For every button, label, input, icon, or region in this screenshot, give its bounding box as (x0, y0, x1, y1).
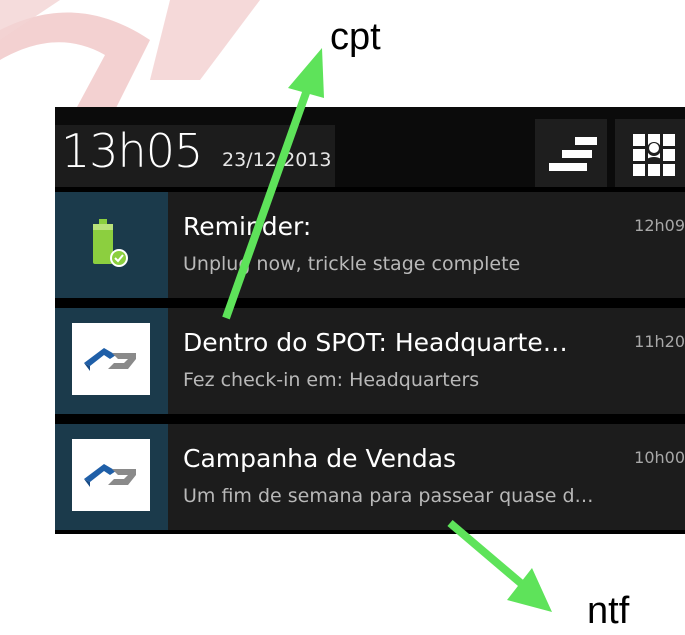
arrow-head-up (288, 48, 324, 98)
arrow-head-down (507, 568, 552, 612)
notification-text: Unplug now, trickle stage complete (183, 253, 521, 275)
app-logo-icon (84, 348, 136, 371)
quick-settings-button[interactable] (615, 119, 685, 187)
notification-item[interactable]: Dentro do SPOT: Headquarte… Fez check-in… (55, 308, 685, 414)
notification-text: Fez check-in em: Headquarters (183, 369, 480, 391)
notification-shade: 13h05 23/12/2013 Reminder: Unplug now, t… (55, 107, 685, 534)
screenshot-canvas: cpt ntf 13h05 23/12/2013 Reminder: Unplu… (0, 0, 685, 635)
notification-item[interactable]: Campanha de Vendas Um fim de semana para… (55, 424, 685, 530)
notification-title: Campanha de Vendas (183, 444, 457, 473)
notification-time: 11h20 (634, 332, 685, 351)
app-logo-icon (84, 464, 136, 487)
watermark-logo (0, 0, 260, 120)
annotation-label-top: cpt (330, 16, 381, 58)
notification-icon-tile (55, 424, 168, 530)
quick-settings-icon (633, 134, 675, 176)
notification-text: Um fim de semana para passear quase d… (183, 485, 594, 507)
notification-icon-tile (55, 308, 168, 414)
notification-time: 10h00 (634, 448, 685, 467)
notification-icon-tile (55, 192, 168, 298)
status-bar: 13h05 23/12/2013 (55, 107, 685, 187)
clear-all-icon (549, 137, 597, 171)
notification-item[interactable]: Reminder: Unplug now, trickle stage comp… (55, 192, 685, 298)
clock-date: 23/12/2013 (222, 149, 332, 171)
app-logo-background (72, 439, 150, 511)
notification-time: 12h09 (634, 216, 685, 235)
notification-title: Dentro do SPOT: Headquarte… (183, 328, 568, 357)
battery-charged-icon (93, 219, 128, 267)
notification-title: Reminder: (183, 212, 312, 241)
annotation-label-bottom: ntf (587, 590, 630, 632)
app-logo-background (72, 323, 150, 395)
clock-time: 13h05 (61, 124, 203, 178)
clear-all-button[interactable] (535, 119, 607, 187)
